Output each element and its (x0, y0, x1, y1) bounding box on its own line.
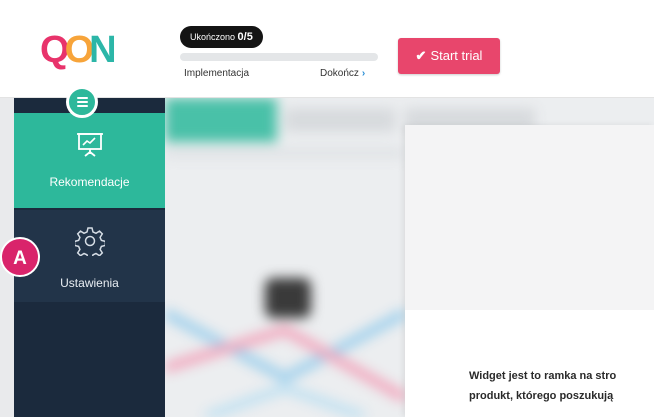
completed-count: 0/5 (237, 31, 253, 43)
start-trial-label: Start trial (430, 48, 483, 63)
hamburger-line (77, 97, 88, 99)
hamburger-line (77, 105, 88, 107)
step-label: Implementacja (184, 68, 250, 79)
widget-info-panel: Widget jest to ramka na stro produkt, kt… (405, 125, 654, 417)
start-trial-button[interactable]: ✔ Start trial (398, 38, 500, 74)
completed-prefix: Ukończono (190, 32, 236, 42)
chevron-right-icon: › (361, 68, 366, 79)
panel-line-2: produkt, którego poszukują (469, 390, 614, 402)
top-bar: QON Ukończono 0/5 Implementacja Dokończ ›… (0, 0, 654, 98)
progress-bar (180, 53, 378, 61)
onboarding-progress: Ukończono 0/5 Implementacja Dokończ › (178, 22, 383, 82)
logo-letter-3: N (89, 29, 117, 71)
logo-letter-2: O (64, 29, 94, 71)
gear-icon (75, 227, 105, 256)
finish-label: Dokończ (320, 68, 359, 79)
sidebar-item-recommendations[interactable]: Rekomendacje (14, 113, 165, 208)
panel-preview-area (405, 125, 654, 310)
finish-link[interactable]: Dokończ › (320, 68, 365, 79)
sidebar-item-label: Ustawienia (60, 276, 119, 290)
hamburger-icon[interactable] (66, 86, 98, 118)
logo-letter-1: Q (40, 29, 69, 71)
sidebar-item-label: Rekomendacje (49, 175, 130, 189)
annotation-badge: A (0, 237, 40, 277)
brand-logo[interactable]: QON (40, 30, 120, 70)
presentation-board-icon (77, 133, 103, 157)
completed-badge: Ukończono 0/5 (180, 26, 263, 48)
check-icon: ✔ (415, 48, 427, 63)
app-window: QON Ukończono 0/5 Implementacja Dokończ ›… (0, 0, 654, 417)
panel-line-1: Widget jest to ramka na stro (469, 370, 617, 382)
hamburger-line (77, 101, 88, 103)
panel-description: Widget jest to ramka na stro produkt, kt… (469, 366, 654, 406)
